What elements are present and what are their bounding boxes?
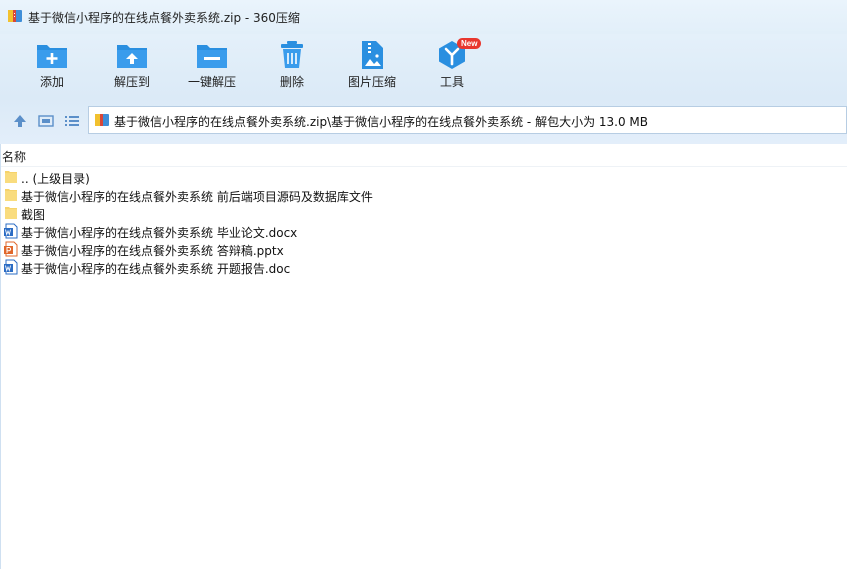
tools-button[interactable]: New 工具 [417, 38, 487, 96]
up-arrow-icon[interactable] [12, 113, 28, 129]
extract-to-button[interactable]: 解压到 [97, 40, 167, 96]
image-compress-label: 图片压缩 [347, 75, 396, 89]
image-zip-icon [362, 41, 383, 69]
list-header: 名称 [0, 144, 847, 167]
file-list: .. (上级目录) 基于微信小程序的在线点餐外卖系统 前后端项目源码及数据库文件… [0, 168, 847, 276]
thumbnail-view-icon[interactable] [38, 113, 54, 129]
column-header-name[interactable]: 名称 [2, 148, 26, 165]
delete-label: 删除 [279, 75, 304, 89]
word-document-icon [4, 259, 18, 275]
folder-add-icon [37, 45, 67, 68]
folder-extract-icon [117, 45, 147, 68]
file-name: 基于微信小程序的在线点餐外卖系统 前后端项目源码及数据库文件 [21, 190, 373, 204]
folder-oneclick-icon [197, 45, 227, 68]
window-title: 基于微信小程序的在线点餐外卖系统.zip - 360压缩 [28, 11, 300, 25]
file-name: 基于微信小程序的在线点餐外卖系统 答辩稿.pptx [21, 244, 284, 258]
powerpoint-document-icon [4, 241, 18, 257]
navigation-bar: 基于微信小程序的在线点餐外卖系统.zip\基于微信小程序的在线点餐外卖系统 - … [0, 98, 847, 144]
folder-icon [5, 189, 17, 201]
list-item-parent-folder[interactable]: .. (上级目录) [0, 168, 847, 186]
image-compress-button[interactable]: 图片压缩 [337, 40, 407, 96]
file-name: 基于微信小程序的在线点餐外卖系统 开题报告.doc [21, 262, 291, 276]
list-item-folder[interactable]: 基于微信小程序的在线点餐外卖系统 前后端项目源码及数据库文件 [0, 186, 847, 204]
address-text: 基于微信小程序的在线点餐外卖系统.zip\基于微信小程序的在线点餐外卖系统 - … [114, 115, 649, 129]
tools-label: 工具 [439, 75, 464, 89]
add-label: 添加 [39, 75, 64, 89]
new-badge: New [457, 38, 482, 49]
delete-button[interactable]: 删除 [257, 40, 327, 96]
list-item-folder[interactable]: 截图 [0, 204, 847, 222]
toolbar: 添加 解压到 一键解压 删除 图片压缩 New 工具 [0, 34, 847, 98]
file-name: 截图 [21, 208, 46, 222]
list-item-file[interactable]: 基于微信小程序的在线点餐外卖系统 毕业论文.docx [0, 222, 847, 240]
address-bar[interactable]: 基于微信小程序的在线点餐外卖系统.zip\基于微信小程序的在线点餐外卖系统 - … [88, 106, 847, 134]
file-name: 基于微信小程序的在线点餐外卖系统 毕业论文.docx [21, 226, 298, 240]
folder-icon [5, 207, 17, 219]
list-item-file[interactable]: 基于微信小程序的在线点餐外卖系统 答辩稿.pptx [0, 240, 847, 258]
one-click-extract-label: 一键解压 [187, 75, 236, 89]
word-document-icon [4, 223, 18, 239]
list-view-icon[interactable] [64, 113, 80, 129]
file-name: .. (上级目录) [21, 172, 90, 186]
title-bar: 基于微信小程序的在线点餐外卖系统.zip - 360压缩 [0, 0, 847, 34]
add-button[interactable]: 添加 [17, 40, 87, 96]
trash-icon [281, 41, 303, 68]
extract-to-label: 解压到 [113, 75, 150, 89]
folder-icon [5, 171, 17, 183]
archive-app-icon [8, 10, 22, 22]
archive-icon [95, 114, 109, 126]
list-item-file[interactable]: 基于微信小程序的在线点餐外卖系统 开题报告.doc [0, 258, 847, 276]
one-click-extract-button[interactable]: 一键解压 [177, 40, 247, 96]
